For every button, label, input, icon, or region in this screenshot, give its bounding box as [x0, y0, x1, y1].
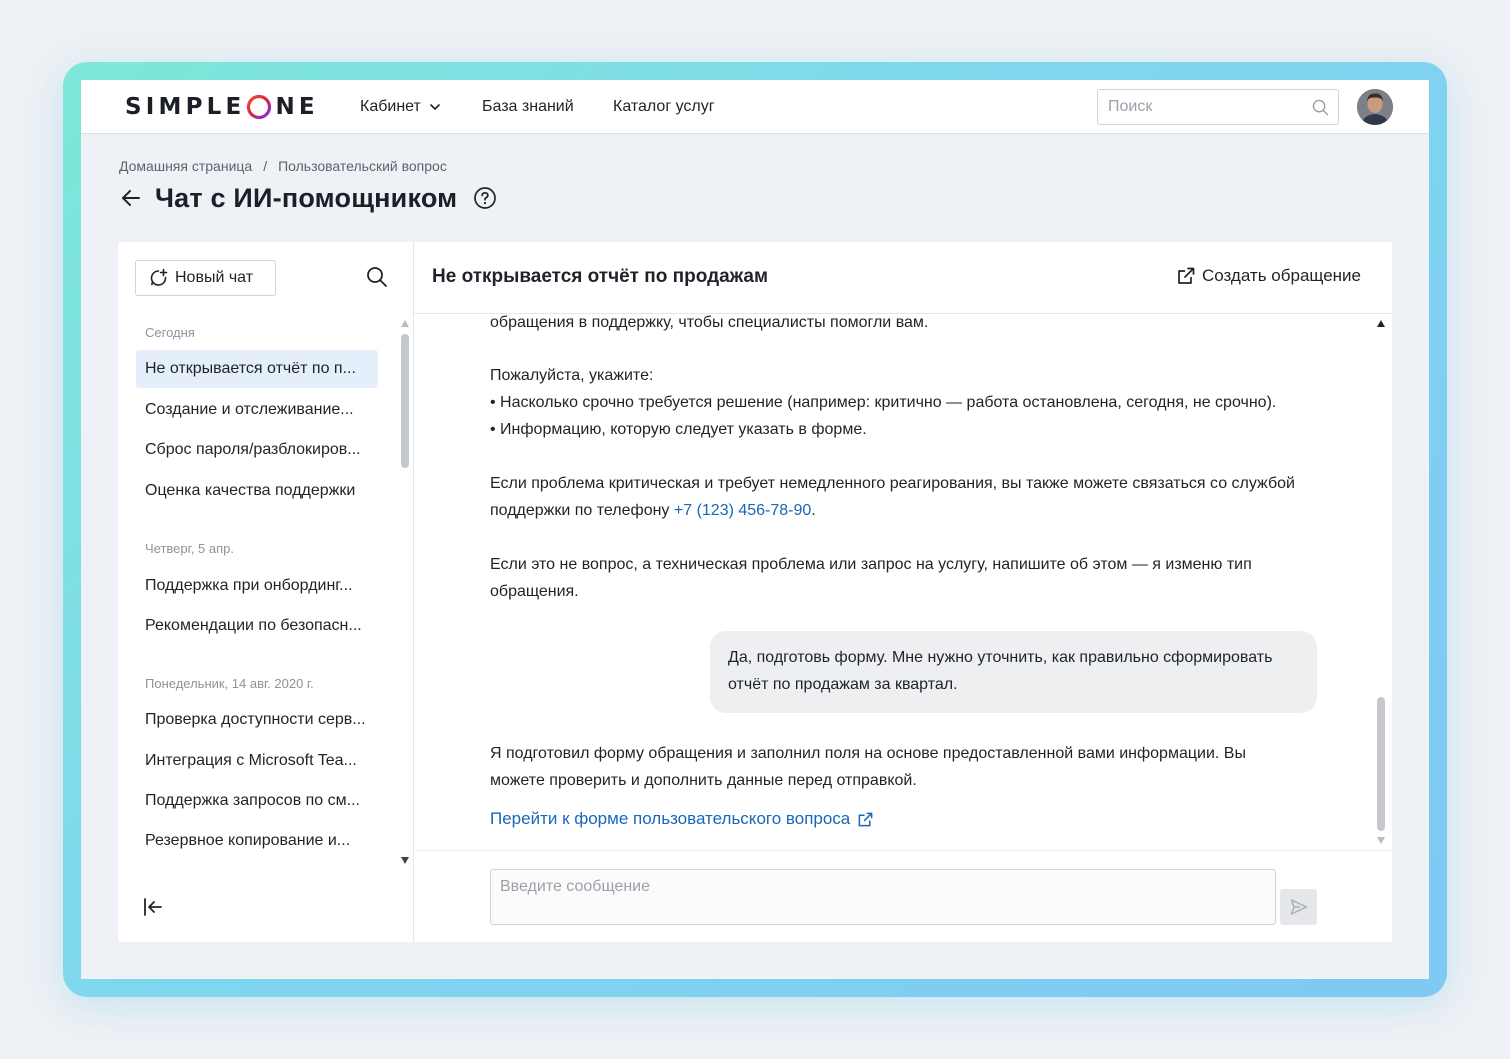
user-message-bubble: Да, подготовь форму. Мне нужно уточнить,…: [710, 631, 1317, 713]
external-link-icon: [1178, 267, 1195, 284]
composer-divider: [414, 850, 1392, 851]
new-chat-label: Новый чат: [175, 269, 254, 286]
assistant-message-line: • Информацию, которую следует указать в …: [490, 421, 867, 438]
create-ticket-button[interactable]: Создать обращение: [1176, 266, 1361, 286]
nav-service-catalog[interactable]: Каталог услуг: [613, 80, 715, 134]
history-item[interactable]: Оценка качества поддержки: [136, 472, 378, 510]
message-input[interactable]: [491, 870, 1275, 924]
logo-text-left: SIMPLE: [125, 94, 246, 120]
breadcrumb-home[interactable]: Домашняя страница: [119, 158, 252, 174]
assistant-message-text: поддержки по телефону: [490, 502, 674, 519]
logo-text-right: NE: [275, 94, 319, 120]
user-avatar[interactable]: [1357, 89, 1393, 125]
assistant-message-line: Если проблема критическая и требует неме…: [490, 475, 1295, 492]
history-scrollbar-thumb[interactable]: [401, 334, 409, 468]
scroll-up-arrow-icon[interactable]: [401, 320, 409, 327]
history-item[interactable]: Поддержка запросов по см...: [136, 782, 378, 820]
assistant-message-line: Пожалуйста, укажите:: [490, 367, 654, 384]
history-item[interactable]: Поддержка при онбординг...: [136, 567, 378, 605]
breadcrumb-current[interactable]: Пользовательский вопрос: [278, 158, 447, 174]
chat-header: Не открывается отчёт по продажам Создать…: [414, 242, 1392, 314]
nav-cabinet-label: Кабинет: [360, 98, 421, 115]
top-navigation-bar: SIMPLE NE Кабинет База знаний Каталог ус…: [81, 80, 1429, 134]
global-search: [1097, 89, 1339, 125]
user-message-line: Да, подготовь форму. Мне нужно уточнить,…: [728, 649, 1273, 666]
history-group-today: Сегодня: [145, 325, 195, 340]
assistant-message-line: обращения.: [490, 583, 579, 600]
user-message-line: отчёт по продажам за квартал.: [728, 676, 958, 693]
new-chat-icon: [150, 268, 168, 286]
history-item-active[interactable]: Не открывается отчёт по п...: [136, 350, 378, 388]
scroll-down-arrow-icon[interactable]: [401, 857, 409, 864]
chat-history-panel: Новый чат Сегодня Не открывается отчёт п…: [118, 242, 414, 942]
nav-knowledge-base-label: База знаний: [482, 98, 574, 115]
breadcrumb-separator: /: [263, 158, 268, 174]
assistant-message-line: можете проверить и дополнить данные пере…: [490, 772, 917, 789]
chat-card: Новый чат Сегодня Не открывается отчёт п…: [118, 242, 1392, 942]
history-item[interactable]: Проверка доступности серв...: [136, 701, 378, 739]
history-item[interactable]: Создание и отслеживание...: [136, 391, 378, 429]
phone-link[interactable]: +7 (123) 456-78-90: [674, 502, 811, 519]
logo[interactable]: SIMPLE NE: [125, 93, 319, 121]
assistant-message-text: .: [811, 502, 816, 519]
message-composer: [490, 869, 1276, 925]
assistant-message-line: поддержки по телефону +7 (123) 456-78-90…: [490, 497, 816, 524]
history-item[interactable]: Сброс пароля/разблокиров...: [136, 431, 378, 469]
user-avatar-icon: [1357, 89, 1393, 125]
chat-panel: Не открывается отчёт по продажам Создать…: [414, 242, 1392, 942]
history-item[interactable]: Интеграция с Microsoft Tea...: [136, 742, 378, 780]
assistant-message-line: Если это не вопрос, а техническая пробле…: [490, 556, 1252, 573]
search-icon[interactable]: [1312, 99, 1329, 116]
nav-knowledge-base[interactable]: База знаний: [482, 80, 574, 134]
help-icon[interactable]: [473, 186, 497, 210]
nav-cabinet[interactable]: Кабинет: [360, 80, 441, 134]
scroll-down-arrow-icon[interactable]: [1377, 837, 1385, 844]
assistant-message-line: • Насколько срочно требуется решение (на…: [490, 394, 1277, 411]
chat-title: Не открывается отчёт по продажам: [432, 266, 769, 287]
history-group-thursday: Четверг, 5 апр.: [145, 541, 234, 556]
arrow-left-icon[interactable]: [119, 186, 143, 210]
history-group-monday: Понедельник, 14 авг. 2020 г.: [145, 676, 314, 691]
assistant-message-line: обращения в поддержку, чтобы специалисты…: [490, 314, 929, 331]
create-ticket-label: Создать обращение: [1201, 266, 1361, 285]
app-window: SIMPLE NE Кабинет База знаний Каталог ус…: [81, 80, 1429, 979]
send-icon: [1290, 899, 1307, 915]
global-search-input[interactable]: [1098, 90, 1298, 124]
scroll-up-arrow-icon[interactable]: [1377, 320, 1385, 327]
open-form-link[interactable]: Перейти к форме пользовательского вопрос…: [490, 809, 874, 829]
search-icon[interactable]: [366, 266, 388, 288]
history-item[interactable]: Резервное копирование и...: [136, 822, 378, 860]
nav-service-catalog-label: Каталог услуг: [613, 98, 715, 115]
page-title-row: Чат с ИИ-помощником: [119, 180, 497, 216]
messages-scrollbar-thumb[interactable]: [1377, 697, 1385, 831]
history-item[interactable]: Рекомендации по безопасн...: [136, 607, 378, 645]
collapse-panel-icon[interactable]: [142, 896, 164, 918]
send-button[interactable]: [1280, 889, 1317, 925]
breadcrumb: Домашняя страница / Пользовательский воп…: [119, 158, 447, 174]
message-list: обращения в поддержку, чтобы специалисты…: [414, 314, 1392, 850]
chevron-down-icon: [430, 104, 440, 110]
page-title: Чат с ИИ-помощником: [155, 182, 458, 213]
external-link-icon: [858, 812, 873, 826]
new-chat-button[interactable]: Новый чат: [135, 260, 276, 296]
open-form-link-label: Перейти к форме пользовательского вопрос…: [490, 809, 851, 828]
assistant-message-line: Я подготовил форму обращения и заполнил …: [490, 745, 1246, 762]
logo-ring-icon: [247, 94, 272, 120]
